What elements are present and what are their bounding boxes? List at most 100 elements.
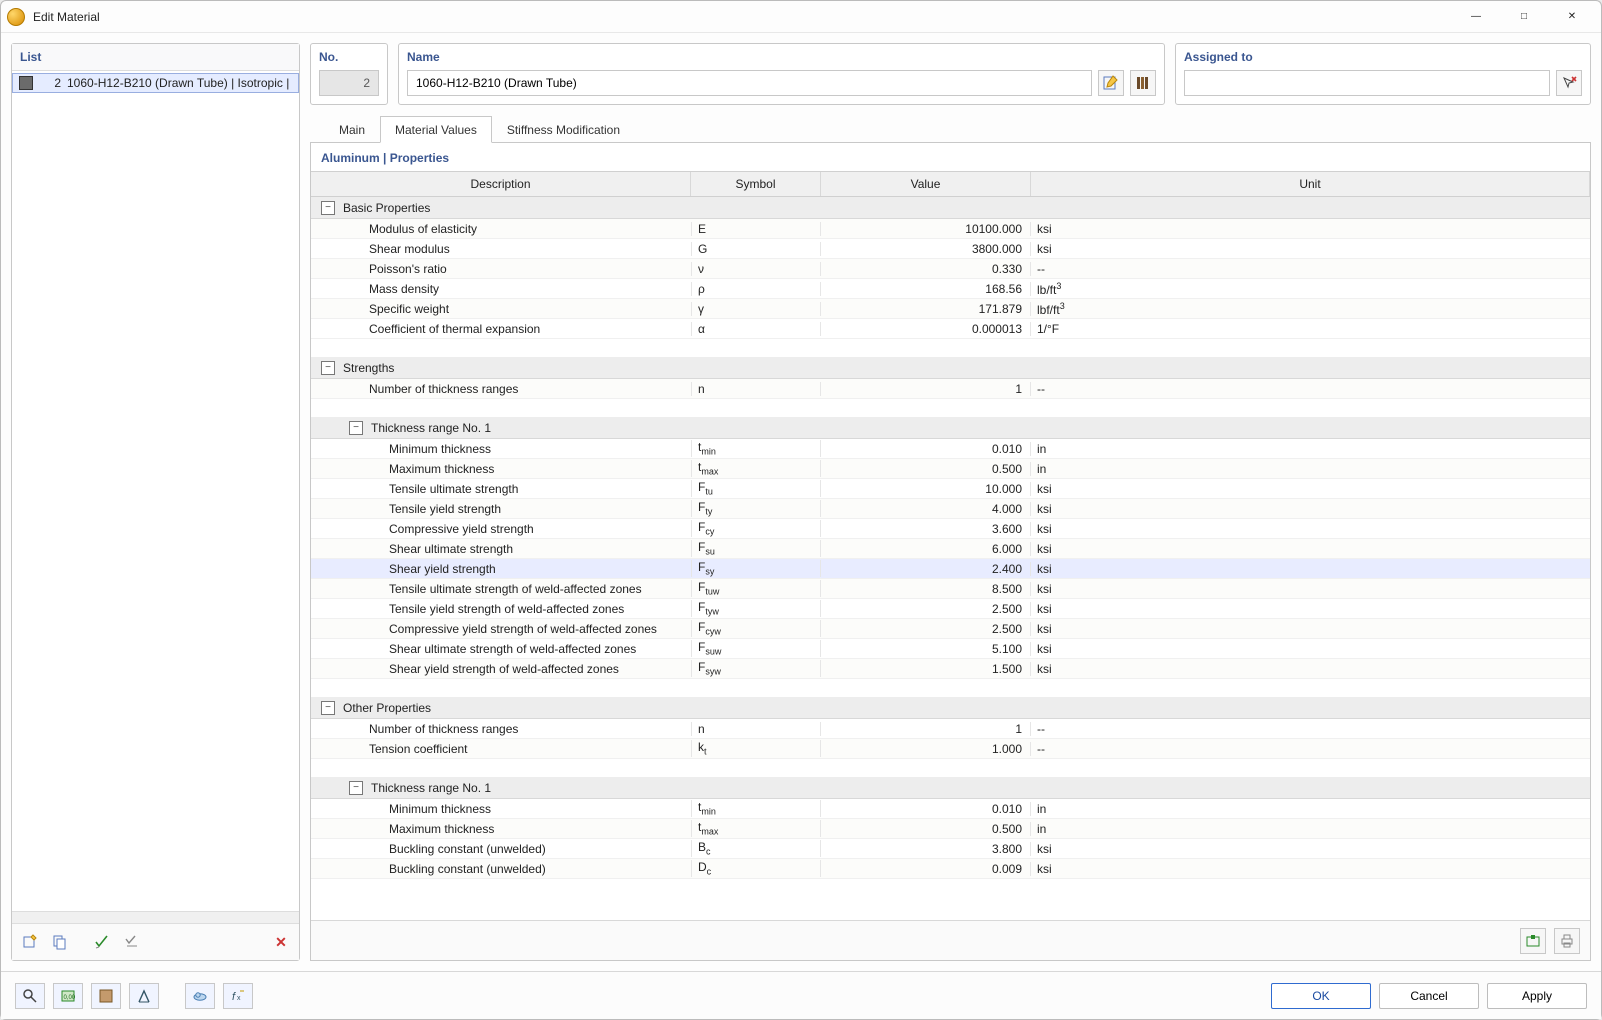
cell-value[interactable]: 3.800	[821, 842, 1031, 856]
apply-button[interactable]: Apply	[1487, 983, 1587, 1009]
cell-value[interactable]: 0.000013	[821, 322, 1031, 336]
copy-item-button[interactable]	[48, 930, 72, 954]
table-row[interactable]: Poisson's ratioν0.330--	[311, 259, 1590, 279]
cell-symbol: G	[691, 242, 821, 256]
close-button[interactable]: ✕	[1549, 2, 1595, 32]
table-row[interactable]: Coefficient of thermal expansionα0.00001…	[311, 319, 1590, 339]
cell-value[interactable]: 10100.000	[821, 222, 1031, 236]
cell-value[interactable]: 2.500	[821, 622, 1031, 636]
list-hscrollbar[interactable]	[12, 911, 299, 923]
cell-value[interactable]: 2.400	[821, 562, 1031, 576]
cell-value[interactable]: 10.000	[821, 482, 1031, 496]
group-label: Basic Properties	[343, 201, 430, 215]
cell-value[interactable]: 3800.000	[821, 242, 1031, 256]
structure-tool-button[interactable]	[129, 983, 159, 1009]
table-row[interactable]: Compressive yield strength of weld-affec…	[311, 619, 1590, 639]
cell-value[interactable]: 171.879	[821, 302, 1031, 316]
new-item-button[interactable]	[18, 930, 42, 954]
collapse-icon[interactable]: −	[349, 421, 363, 435]
name-input[interactable]	[407, 70, 1092, 96]
units-tool-button[interactable]: 0,00	[53, 983, 83, 1009]
cell-unit: ksi	[1031, 242, 1590, 256]
cell-value[interactable]: 1	[821, 722, 1031, 736]
table-row[interactable]: Compressive yield strengthFcy3.600ksi	[311, 519, 1590, 539]
cell-value[interactable]: 1.000	[821, 742, 1031, 756]
cell-value[interactable]: 3.600	[821, 522, 1031, 536]
search-tool-button[interactable]	[15, 983, 45, 1009]
table-row[interactable]: Mass densityρ168.56lb/ft3	[311, 279, 1590, 299]
table-row[interactable]: Modulus of elasticityE10100.000ksi	[311, 219, 1590, 239]
maximize-button[interactable]: □	[1501, 2, 1547, 32]
table-row[interactable]: Shear yield strengthFsy2.400ksi	[311, 559, 1590, 579]
table-row[interactable]: Shear ultimate strengthFsu6.000ksi	[311, 539, 1590, 559]
list-item-number: 2	[43, 76, 61, 90]
cell-value[interactable]: 0.500	[821, 462, 1031, 476]
tab-material-values[interactable]: Material Values	[380, 116, 492, 143]
group-row[interactable]: −Other Properties	[311, 697, 1590, 719]
material-list[interactable]: 2 1060-H12-B210 (Drawn Tube) | Isotropic…	[12, 71, 299, 911]
library-button[interactable]	[1130, 70, 1156, 96]
table-row[interactable]: Number of thickness rangesn1--	[311, 719, 1590, 739]
cancel-button[interactable]: Cancel	[1379, 983, 1479, 1009]
table-row[interactable]: Shear ultimate strength of weld-affected…	[311, 639, 1590, 659]
group-row[interactable]: −Basic Properties	[311, 197, 1590, 219]
table-row[interactable]: Tensile ultimate strength of weld-affect…	[311, 579, 1590, 599]
cloud-tool-button[interactable]	[185, 983, 215, 1009]
cell-value[interactable]: 1.500	[821, 662, 1031, 676]
function-tool-button[interactable]: fx	[223, 983, 253, 1009]
col-value: Value	[821, 172, 1031, 196]
edit-name-button[interactable]	[1098, 70, 1124, 96]
collapse-icon[interactable]: −	[321, 701, 335, 715]
cell-value[interactable]: 2.500	[821, 602, 1031, 616]
pick-assign-button[interactable]	[1556, 70, 1582, 96]
subgroup-row[interactable]: −Thickness range No. 1	[311, 417, 1590, 439]
grid-body[interactable]: −Basic PropertiesModulus of elasticityE1…	[311, 197, 1590, 920]
tab-main[interactable]: Main	[324, 116, 380, 143]
table-row[interactable]: Tension coefficientkt1.000--	[311, 739, 1590, 759]
cell-value[interactable]: 1	[821, 382, 1031, 396]
collapse-icon[interactable]: −	[321, 201, 335, 215]
cell-value[interactable]: 5.100	[821, 642, 1031, 656]
svg-text:f: f	[232, 991, 236, 1003]
table-row[interactable]: Specific weightγ171.879lbf/ft3	[311, 299, 1590, 319]
print-button[interactable]	[1554, 928, 1580, 954]
cell-value[interactable]: 0.500	[821, 822, 1031, 836]
list-item[interactable]: 2 1060-H12-B210 (Drawn Tube) | Isotropic…	[12, 73, 299, 93]
assigned-input[interactable]	[1184, 70, 1550, 96]
table-row[interactable]: Tensile ultimate strengthFtu10.000ksi	[311, 479, 1590, 499]
table-row[interactable]: Minimum thicknesstmin0.010in	[311, 799, 1590, 819]
color-tool-button[interactable]	[91, 983, 121, 1009]
check-button[interactable]	[90, 930, 114, 954]
cell-unit: ksi	[1031, 222, 1590, 236]
collapse-icon[interactable]: −	[349, 781, 363, 795]
table-row[interactable]: Number of thickness rangesn1--	[311, 379, 1590, 399]
table-row[interactable]: Buckling constant (unwelded)Dc0.009ksi	[311, 859, 1590, 879]
cell-value[interactable]: 0.010	[821, 802, 1031, 816]
cell-value[interactable]: 6.000	[821, 542, 1031, 556]
cell-value[interactable]: 0.330	[821, 262, 1031, 276]
cell-value[interactable]: 168.56	[821, 282, 1031, 296]
table-row[interactable]: Maximum thicknesstmax0.500in	[311, 819, 1590, 839]
export-button[interactable]	[1520, 928, 1546, 954]
minimize-button[interactable]: —	[1453, 2, 1499, 32]
delete-button[interactable]: ✕	[269, 930, 293, 954]
table-row[interactable]: Shear modulusG3800.000ksi	[311, 239, 1590, 259]
table-row[interactable]: Shear yield strength of weld-affected zo…	[311, 659, 1590, 679]
table-row[interactable]: Tensile yield strengthFty4.000ksi	[311, 499, 1590, 519]
cell-value[interactable]: 0.009	[821, 862, 1031, 876]
validate-button[interactable]	[120, 930, 144, 954]
table-row[interactable]: Buckling constant (unwelded)Bc3.800ksi	[311, 839, 1590, 859]
table-row[interactable]: Minimum thicknesstmin0.010in	[311, 439, 1590, 459]
table-row[interactable]: Maximum thicknesstmax0.500in	[311, 459, 1590, 479]
tab-stiffness-modification[interactable]: Stiffness Modification	[492, 116, 635, 143]
cell-value[interactable]: 8.500	[821, 582, 1031, 596]
group-label: Thickness range No. 1	[371, 421, 491, 435]
cell-value[interactable]: 0.010	[821, 442, 1031, 456]
group-row[interactable]: −Strengths	[311, 357, 1590, 379]
subgroup-row[interactable]: −Thickness range No. 1	[311, 777, 1590, 799]
cell-value[interactable]: 4.000	[821, 502, 1031, 516]
collapse-icon[interactable]: −	[321, 361, 335, 375]
ok-button[interactable]: OK	[1271, 983, 1371, 1009]
assigned-label: Assigned to	[1184, 50, 1582, 64]
table-row[interactable]: Tensile yield strength of weld-affected …	[311, 599, 1590, 619]
